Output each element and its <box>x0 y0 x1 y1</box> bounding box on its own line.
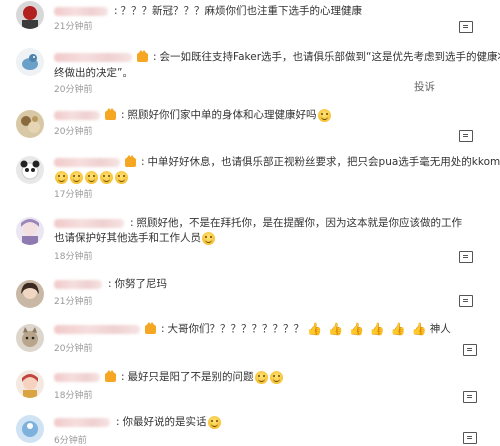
avatar[interactable] <box>16 48 44 76</box>
comment-text: 照顾好你们家中单的身体和心理健康好吗 <box>127 109 317 121</box>
avatar[interactable] <box>16 370 44 398</box>
smile-emoji-icon <box>70 170 83 184</box>
comment-text: 照顾好他，不是在拜托你，是在提醒你，因为这本就是你应该做的工作 <box>136 217 463 229</box>
username-blurred[interactable] <box>54 279 102 289</box>
username-blurred[interactable] <box>54 218 124 228</box>
comment-time: 20分钟前 <box>54 344 93 354</box>
smile-emoji-icon <box>269 370 283 384</box>
comment-time: 17分钟前 <box>54 190 93 200</box>
username-blurred[interactable] <box>54 417 110 427</box>
comment-time: 21分钟前 <box>54 297 93 307</box>
thumbs-up-icon: 👍 <box>390 322 406 336</box>
reply-icon[interactable] <box>463 432 477 444</box>
thumbs-up-icon: 👍 <box>328 322 343 336</box>
comment-time: 18分钟前 <box>54 252 93 262</box>
comment-text: ？？？新冠？？？麻烦你们也注重下选手的心理健康 <box>120 5 363 17</box>
username-blurred[interactable] <box>54 157 120 167</box>
crown-badge-icon <box>105 369 116 382</box>
comment-time: 20分钟前 <box>54 127 93 137</box>
username-blurred[interactable] <box>54 324 140 334</box>
reply-icon[interactable] <box>459 21 473 33</box>
comment-time: 20分钟前 <box>54 85 93 95</box>
smile-emoji-icon <box>254 370 268 384</box>
smile-emoji-icon <box>207 415 221 429</box>
comment-feed: : ？？？新冠？？？麻烦你们也注重下选手的心理健康 21分钟前 : 会一如既往支持F… <box>0 0 500 446</box>
comment-text: 你努了尼玛 <box>114 278 168 290</box>
comment-text: 大哥你们？？？？？？？？？ <box>167 323 305 335</box>
reply-icon[interactable] <box>459 251 473 263</box>
thumbs-up-icon: 👍 <box>307 322 322 336</box>
reply-icon[interactable] <box>459 295 473 307</box>
thumbs-up-icon: 👍 <box>411 322 427 336</box>
report-link[interactable]: 投诉 <box>414 79 435 94</box>
thumbs-up-icon: 👍 <box>348 322 364 336</box>
crown-badge-icon <box>105 107 116 120</box>
username-blurred[interactable] <box>54 52 132 62</box>
comment-trail-text: 神人 <box>429 323 451 335</box>
comment-text: 最好只是阳了不是别的问题 <box>127 371 254 383</box>
comment-text: 会一如既往支持Faker选手，也请俱乐部做到“这是优先考虑到选手的健康状 <box>159 51 500 63</box>
reply-icon[interactable] <box>463 344 477 356</box>
reply-icon[interactable] <box>463 391 477 403</box>
avatar[interactable] <box>16 217 44 245</box>
smile-emoji-icon <box>317 108 331 122</box>
avatar[interactable] <box>16 324 44 352</box>
crown-badge-icon <box>145 321 156 334</box>
comment-time: 21分钟前 <box>54 22 93 32</box>
username-blurred[interactable] <box>54 6 108 16</box>
smile-emoji-icon <box>100 170 113 184</box>
smile-emoji-icon <box>202 231 215 245</box>
comment-text-line2: 终做出的决定”。 <box>54 67 133 79</box>
username-blurred[interactable] <box>54 372 100 382</box>
smile-emoji-icon <box>115 170 128 184</box>
comment-text: 中单好好休息，也请俱乐部正视粉丝要求，把只会pua选手毫无用处的kkoma <box>147 156 500 168</box>
avatar[interactable] <box>16 1 44 29</box>
avatar[interactable] <box>16 280 44 308</box>
avatar[interactable] <box>16 110 44 138</box>
avatar[interactable] <box>16 415 44 443</box>
thumbs-up-icon: 👍 <box>369 322 385 336</box>
crown-badge-icon <box>137 49 148 62</box>
comment-text-line2: 也请保护好其他选手和工作人员 <box>54 232 201 244</box>
comment-text: 你最好说的是实话 <box>122 416 207 428</box>
crown-badge-icon <box>125 154 136 167</box>
smile-emoji-icon <box>55 170 68 184</box>
username-blurred[interactable] <box>54 110 100 120</box>
reply-icon[interactable] <box>459 130 473 142</box>
comment-time: 18分钟前 <box>54 391 93 401</box>
smile-emoji-icon <box>85 170 98 184</box>
avatar[interactable] <box>16 156 44 184</box>
